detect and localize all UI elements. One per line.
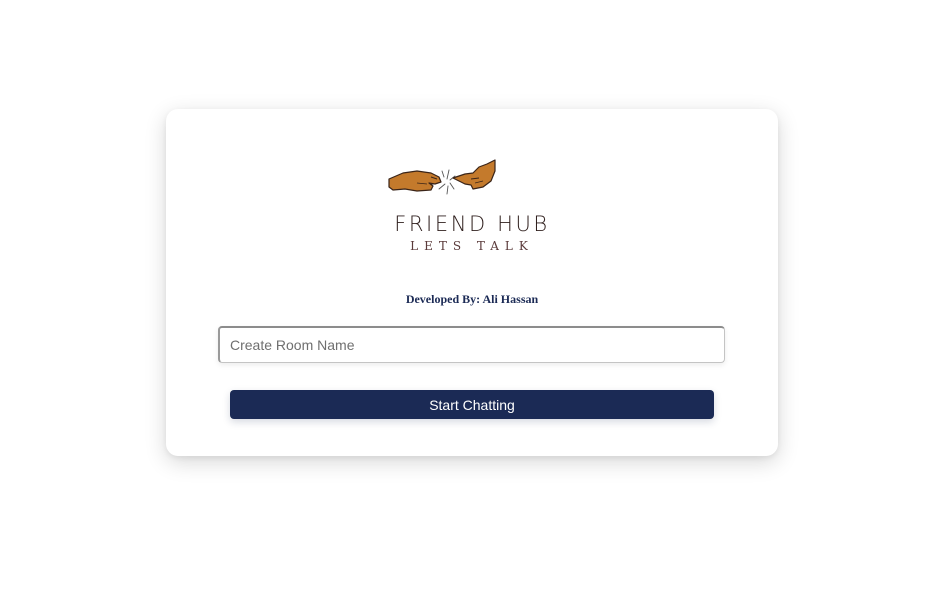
logo-subtitle: LETS TALK — [410, 239, 534, 253]
reaching-hands-icon — [388, 159, 496, 195]
join-room-card: FRIEND HUB LETS TALK Developed By: Ali H… — [166, 109, 778, 456]
start-chatting-button[interactable]: Start Chatting — [230, 390, 714, 419]
friend-hub-logo: FRIEND HUB LETS TALK — [387, 157, 557, 257]
logo-title: FRIEND HUB — [394, 212, 550, 236]
developer-credit: Developed By: Ali Hassan — [405, 292, 539, 306]
room-name-input[interactable] — [218, 326, 725, 363]
